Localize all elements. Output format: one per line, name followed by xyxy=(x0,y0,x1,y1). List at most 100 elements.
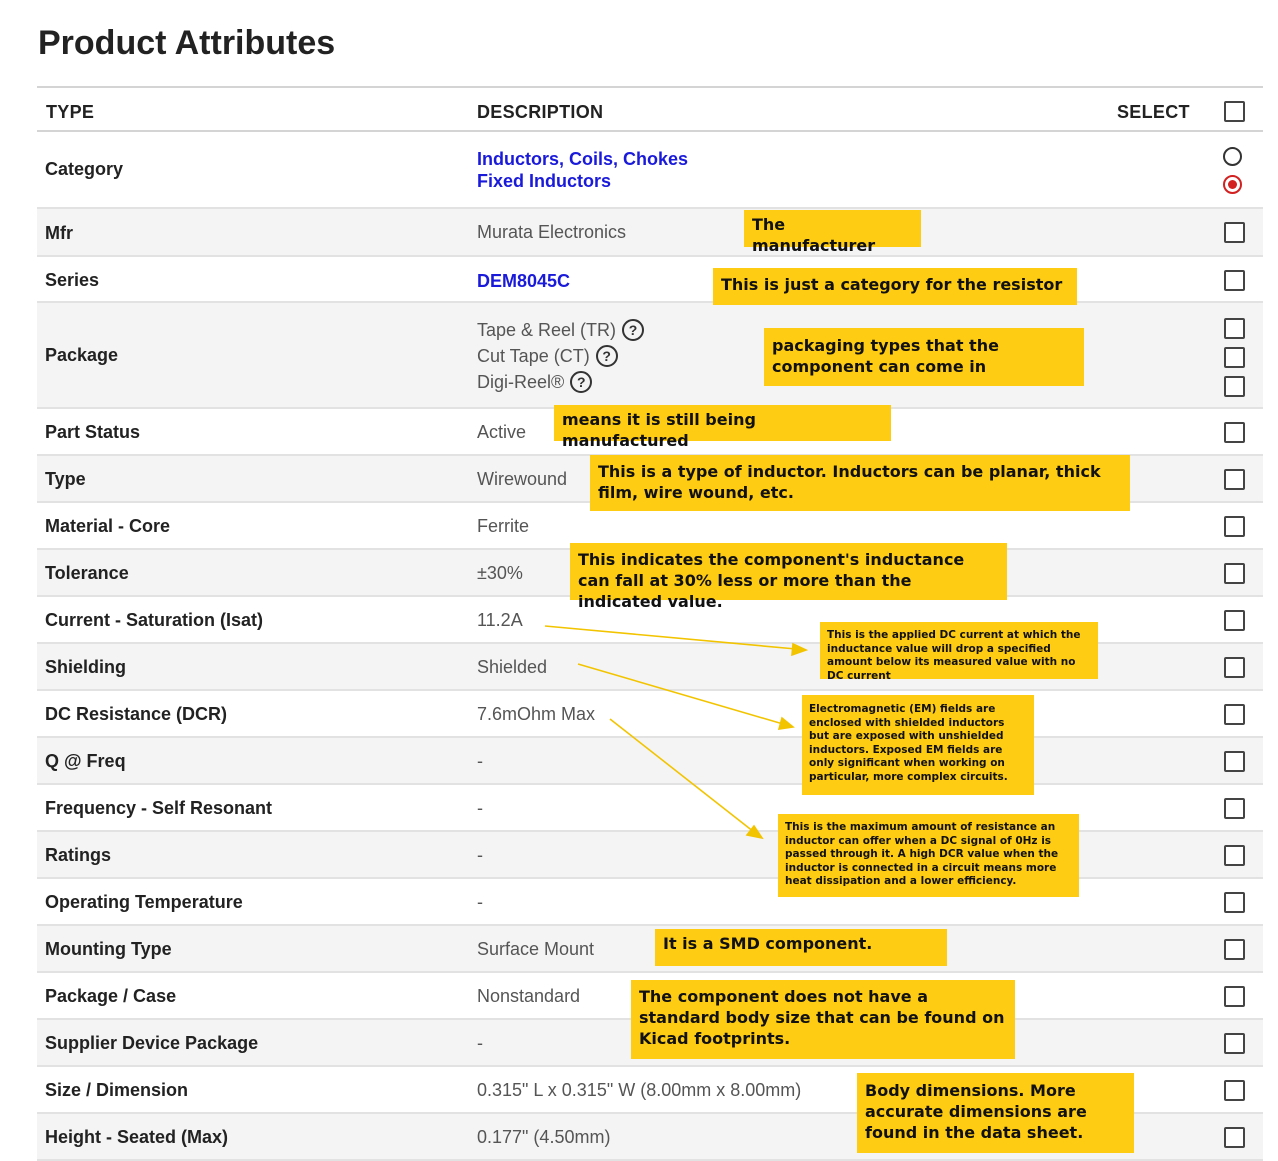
help-icon[interactable]: ? xyxy=(595,345,618,367)
table-row-frequency-self-resonant: Frequency - Self Resonant - xyxy=(37,785,1263,832)
annotation-series: This is just a category for the resistor xyxy=(713,268,1077,305)
row-label: Frequency - Self Resonant xyxy=(45,798,273,818)
row-label: Material - Core xyxy=(45,516,171,536)
row-value: Murata Electronics xyxy=(477,222,627,242)
row-value: 7.6mOhm Max xyxy=(477,704,596,724)
row-value: Nonstandard xyxy=(477,986,581,1006)
row-value: - xyxy=(477,798,483,818)
header-description: DESCRIPTION xyxy=(477,102,604,122)
row-checkbox[interactable] xyxy=(1224,222,1245,243)
row-label: Current - Saturation (Isat) xyxy=(45,610,264,630)
select-all-checkbox[interactable] xyxy=(1224,101,1245,122)
row-label: Supplier Device Package xyxy=(45,1033,259,1053)
row-value: Shielded xyxy=(477,657,548,677)
row-checkbox[interactable] xyxy=(1224,610,1245,631)
row-checkbox[interactable] xyxy=(1224,516,1245,537)
row-label: Package xyxy=(45,345,119,365)
table-row-series: Series DEM8045C xyxy=(37,257,1263,303)
row-value: Ferrite xyxy=(477,516,530,536)
row-label: Q @ Freq xyxy=(45,751,126,771)
option-label: Digi-Reel® xyxy=(477,372,565,392)
category-link-inductors[interactable]: Inductors, Coils, Chokes xyxy=(477,148,688,170)
help-icon[interactable]: ? xyxy=(570,371,593,393)
series-link[interactable]: DEM8045C xyxy=(477,270,570,292)
row-checkbox[interactable] xyxy=(1224,845,1245,866)
package-checkbox-tr[interactable] xyxy=(1224,318,1245,339)
package-option-tr: Tape & Reel (TR)? xyxy=(477,317,645,343)
row-label: Operating Temperature xyxy=(45,892,243,912)
table-row-category: Category Inductors, Coils, Chokes Fixed … xyxy=(37,132,1263,209)
row-checkbox[interactable] xyxy=(1224,798,1245,819)
row-value: 11.2A xyxy=(477,610,523,630)
page-title: Product Attributes xyxy=(38,24,336,62)
row-checkbox[interactable] xyxy=(1224,939,1245,960)
package-option-ct: Cut Tape (CT)? xyxy=(477,343,644,369)
row-label: Type xyxy=(45,469,86,489)
row-value: DEM8045C xyxy=(477,270,570,292)
row-checkbox[interactable] xyxy=(1224,657,1245,678)
table-header: TYPE DESCRIPTION SELECT xyxy=(37,86,1263,132)
table-row-q-freq: Q @ Freq - xyxy=(37,738,1263,785)
row-label: Height - Seated (Max) xyxy=(45,1127,229,1147)
table-row-mfr: Mfr Murata Electronics xyxy=(37,209,1263,257)
row-checkbox[interactable] xyxy=(1224,469,1245,490)
row-checkbox[interactable] xyxy=(1224,563,1245,584)
row-checkbox[interactable] xyxy=(1224,751,1245,772)
row-value: - xyxy=(477,892,483,912)
row-checkbox[interactable] xyxy=(1224,1127,1245,1148)
row-checkbox[interactable] xyxy=(1224,892,1245,913)
annotation-type: This is a type of inductor. Inductors ca… xyxy=(590,455,1130,511)
annotation-package-case: The component does not have a standard b… xyxy=(631,980,1015,1059)
row-value: Active xyxy=(477,422,527,442)
row-checkbox[interactable] xyxy=(1224,422,1245,443)
annotation-mfr: The manufacturer xyxy=(744,210,921,255)
row-checkbox[interactable] xyxy=(1224,704,1245,725)
row-checkbox[interactable] xyxy=(1224,1080,1245,1101)
category-radio-2[interactable] xyxy=(1223,175,1242,194)
option-label: Tape & Reel (TR) xyxy=(477,320,617,340)
row-value: 0.315" L x 0.315" W (8.00mm x 8.00mm) xyxy=(477,1080,802,1100)
row-label: Ratings xyxy=(45,845,112,865)
option-label: Cut Tape (CT) xyxy=(477,346,590,366)
package-checkbox-digireel[interactable] xyxy=(1224,376,1245,397)
annotation-part-status: means it is still being manufactured xyxy=(554,405,891,450)
row-value: - xyxy=(477,751,483,771)
row-checkbox[interactable] xyxy=(1224,270,1245,291)
row-label: Size / Dimension xyxy=(45,1080,189,1100)
annotation-package: packaging types that the component can c… xyxy=(764,328,1084,386)
annotation-mounting: It is a SMD component. xyxy=(655,929,947,966)
category-link-fixed-inductors[interactable]: Fixed Inductors xyxy=(477,170,688,192)
row-checkbox[interactable] xyxy=(1224,1033,1245,1054)
row-label: Category xyxy=(45,159,124,179)
annotation-isat: This is the applied DC current at which … xyxy=(820,622,1098,682)
annotation-tolerance: This indicates the component's inductanc… xyxy=(570,543,1007,611)
package-option-digireel: Digi-Reel®? xyxy=(477,369,644,395)
annotation-dcr: This is the maximum amount of resistance… xyxy=(778,814,1079,897)
header-type: TYPE xyxy=(46,102,95,122)
row-label: Part Status xyxy=(45,422,141,442)
annotation-shielding: Electromagnetic (EM) fields are enclosed… xyxy=(802,695,1034,795)
row-value: 0.177" (4.50mm) xyxy=(477,1127,611,1147)
table-row-dc-resistance: DC Resistance (DCR) 7.6mOhm Max xyxy=(37,691,1263,738)
table-row-operating-temperature: Operating Temperature - xyxy=(37,879,1263,926)
row-label: Tolerance xyxy=(45,563,129,583)
row-label: Mfr xyxy=(45,223,73,243)
row-checkbox[interactable] xyxy=(1224,986,1245,1007)
row-value: Surface Mount xyxy=(477,939,595,959)
row-label: DC Resistance (DCR) xyxy=(45,704,228,724)
help-icon[interactable]: ? xyxy=(622,319,645,341)
row-value: Wirewound xyxy=(477,469,568,489)
row-value: Inductors, Coils, Chokes Fixed Inductors xyxy=(477,148,688,192)
row-label: Package / Case xyxy=(45,986,177,1006)
package-checkbox-ct[interactable] xyxy=(1224,347,1245,368)
category-radio-1[interactable] xyxy=(1223,147,1242,166)
row-value: Tape & Reel (TR)? Cut Tape (CT)? Digi-Re… xyxy=(477,317,645,395)
row-value: ±30% xyxy=(477,563,523,583)
header-select: SELECT xyxy=(1117,102,1190,122)
row-label: Series xyxy=(45,270,100,290)
annotation-size: Body dimensions. More accurate dimension… xyxy=(857,1073,1134,1153)
row-label: Shielding xyxy=(45,657,126,677)
table-row-ratings: Ratings - xyxy=(37,832,1263,879)
row-value: - xyxy=(477,845,483,865)
table-row-mounting-type: Mounting Type Surface Mount xyxy=(37,926,1263,973)
